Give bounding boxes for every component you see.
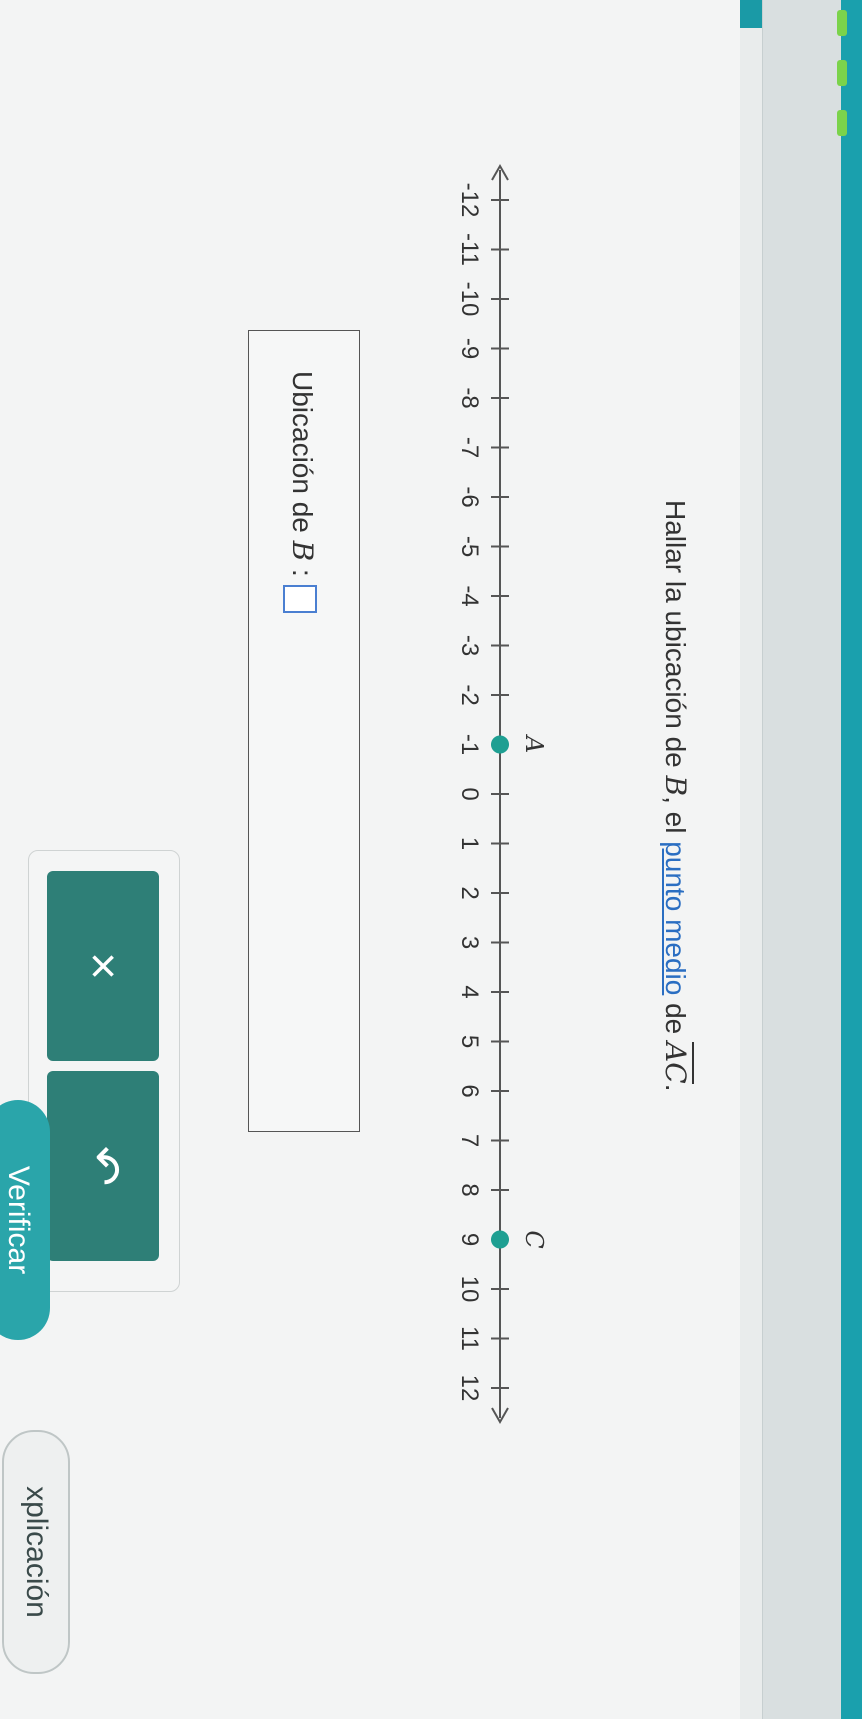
tick-label: 8 xyxy=(456,1183,483,1196)
tick-label: 9 xyxy=(456,1233,483,1246)
verify-button[interactable]: Verificar xyxy=(0,1100,50,1340)
sidebar-strip xyxy=(841,0,862,1719)
point-label-a: A xyxy=(520,734,548,753)
question-area: Hallar la ubicación de B, el punto medio… xyxy=(0,0,740,1719)
tick-label: -6 xyxy=(456,486,483,507)
tick-label: 3 xyxy=(456,936,483,949)
tick-label: 10 xyxy=(456,1276,483,1303)
tick-label: -4 xyxy=(456,585,483,606)
tick-label: -12 xyxy=(456,183,483,218)
progress-marker xyxy=(837,10,847,36)
undo-button[interactable]: ↶ xyxy=(47,1071,159,1261)
tick-label: -1 xyxy=(456,734,483,755)
close-icon: × xyxy=(76,951,130,981)
tick-label: 6 xyxy=(456,1084,483,1097)
tick-label: 12 xyxy=(456,1375,483,1402)
tick-label: -5 xyxy=(456,536,483,557)
tick-label: 2 xyxy=(456,886,483,899)
progress-marker xyxy=(837,110,847,136)
clear-button[interactable]: × xyxy=(47,871,159,1061)
progress-marker xyxy=(837,60,847,86)
tick-label: 11 xyxy=(456,1326,483,1351)
answer-label-text: Ubicación de xyxy=(287,371,318,541)
tick-label: -8 xyxy=(456,387,483,408)
tick-label: 7 xyxy=(456,1134,483,1147)
tick-label: 0 xyxy=(456,787,483,800)
tick-label: 5 xyxy=(456,1035,483,1048)
tick-label: 4 xyxy=(456,985,483,998)
tick-label: -2 xyxy=(456,684,483,705)
right-sidebar xyxy=(762,0,862,1719)
point-a xyxy=(491,735,509,754)
undo-icon: ↶ xyxy=(76,1145,129,1187)
tick-label: -3 xyxy=(456,635,483,656)
answer-input[interactable] xyxy=(283,584,318,613)
tick-label: -10 xyxy=(456,282,483,317)
answer-panel: Ubicación de B : xyxy=(248,330,360,1132)
answer-colon: : xyxy=(287,561,318,577)
explanation-button[interactable]: xplicación xyxy=(2,1430,70,1674)
tool-panel: × ↶ xyxy=(28,850,180,1292)
answer-var: B xyxy=(286,540,319,562)
tick-label: -7 xyxy=(456,437,483,458)
point-c xyxy=(491,1230,509,1249)
point-label-c: C xyxy=(520,1230,548,1248)
tick-label: 1 xyxy=(456,837,483,850)
tick-label: -9 xyxy=(456,338,483,359)
tick-label: -11 xyxy=(456,233,483,266)
answer-label: Ubicación de B : xyxy=(283,371,319,613)
